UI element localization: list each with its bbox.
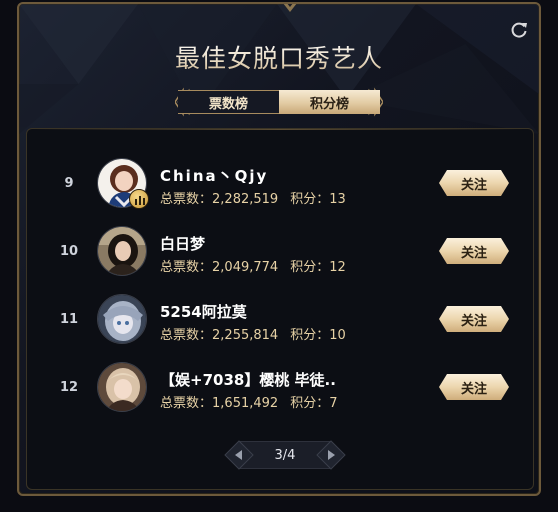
artist-name: 白日梦 — [160, 235, 206, 253]
list-item: 12 【娱+7038】樱桃 毕徒.. 总票数：1,651,492 积分：7 关注 — [27, 357, 535, 417]
artist-stats: 总票数：2,255,814 积分：10 — [160, 324, 346, 343]
rank-number: 11 — [59, 311, 79, 327]
follow-button[interactable]: 关注 — [439, 238, 509, 264]
points-label: 积分： — [290, 328, 330, 343]
artist-stats: 总票数：2,282,519 积分：13 — [160, 188, 346, 207]
list-item: 9 China丶Qjy 总票数：2,282,519 积分：13 关注 — [27, 153, 535, 213]
tab-points[interactable]: 积分榜 — [279, 90, 380, 114]
list-item: 10 白日梦 总票数：2,049,774 积分：12 关注 — [27, 221, 535, 281]
follow-button[interactable]: 关注 — [439, 170, 509, 196]
chevron-right-icon[interactable] — [315, 439, 347, 471]
level-badge-icon — [129, 189, 149, 209]
leaderboard-window: 最佳女脱口秀艺人 票数榜 积分榜 9 China丶Qjy 总票数：2,282,5… — [17, 2, 541, 496]
rank-number: 12 — [59, 379, 79, 395]
avatar[interactable] — [97, 294, 147, 344]
votes-value: 2,282,519 — [212, 192, 279, 207]
artist-stats: 总票数：1,651,492 积分：7 — [160, 392, 337, 411]
divider — [35, 129, 525, 130]
refresh-icon[interactable] — [509, 20, 529, 40]
artist-name: 5254阿拉莫 — [160, 303, 247, 321]
ranking-list: 9 China丶Qjy 总票数：2,282,519 积分：13 关注 10 白日… — [26, 128, 534, 490]
points-value: 10 — [329, 328, 346, 343]
points-value: 12 — [329, 260, 346, 275]
points-label: 积分： — [290, 396, 330, 411]
artist-name: 【娱+7038】樱桃 毕徒.. — [160, 371, 336, 389]
chevron-left-icon[interactable] — [223, 439, 255, 471]
votes-value: 2,049,774 — [212, 260, 279, 275]
list-item: 11 5254阿拉莫 总票数：2,255,814 积分：10 关注 — [27, 289, 535, 349]
avatar[interactable] — [97, 362, 147, 412]
gem-ornament — [283, 4, 297, 12]
votes-value: 2,255,814 — [212, 328, 279, 343]
avatar[interactable] — [97, 226, 147, 276]
votes-label: 总票数： — [160, 396, 213, 411]
tab-votes[interactable]: 票数榜 — [178, 90, 279, 114]
rank-number: 9 — [64, 175, 74, 191]
points-label: 积分： — [290, 260, 330, 275]
points-value: 13 — [329, 192, 346, 207]
rank-number: 10 — [59, 243, 79, 259]
pagination: 3/4 — [223, 439, 347, 471]
artist-stats: 总票数：2,049,774 积分：12 — [160, 256, 346, 275]
votes-label: 总票数： — [160, 260, 213, 275]
points-label: 积分： — [290, 192, 330, 207]
artist-name: China丶Qjy — [160, 167, 269, 185]
votes-value: 1,651,492 — [212, 396, 279, 411]
votes-label: 总票数： — [160, 328, 213, 343]
points-value: 7 — [329, 396, 338, 411]
follow-button[interactable]: 关注 — [439, 306, 509, 332]
page-title: 最佳女脱口秀艺人 — [19, 39, 539, 75]
votes-label: 总票数： — [160, 192, 213, 207]
follow-button[interactable]: 关注 — [439, 374, 509, 400]
tab-bar: 票数榜 积分榜 — [175, 86, 383, 118]
